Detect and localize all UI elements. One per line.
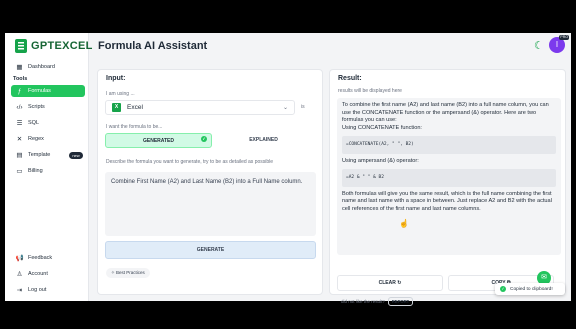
sidebar-item-label: Regex	[28, 136, 44, 142]
refresh-icon: ↻	[397, 280, 402, 286]
best-practices-label: Best Practices	[116, 270, 145, 275]
avatar[interactable]: I PRO	[549, 35, 569, 53]
sidebar-item-formulas[interactable]: ƒ Formulas	[11, 85, 85, 97]
result-outro: Both formulas will give you the same res…	[342, 190, 552, 212]
result-feedback: did not like the result? REPORT	[341, 297, 414, 306]
is-label: is	[301, 104, 305, 110]
user-icon: ♙	[16, 271, 23, 278]
sidebar-item-billing[interactable]: ▭ Billing	[11, 165, 85, 177]
sidebar: GPTEXCEL ▦ Dashboard Tools ƒ Formulas ‹/…	[5, 33, 92, 301]
sidebar-item-label: Dashboard	[28, 64, 55, 70]
sidebar-item-label: Log out	[28, 287, 47, 293]
chevron-down-icon: ⌄	[282, 105, 288, 111]
regex-icon: ✕	[16, 136, 23, 143]
grid-icon: ▦	[16, 64, 23, 71]
want-label: I want the formula to be...	[106, 124, 163, 130]
card-icon: ▭	[16, 168, 23, 175]
clear-label: CLEAR	[378, 280, 396, 286]
formula-code-1[interactable]: =CONCATENATE(A2, " ", B2)	[342, 136, 556, 154]
new-badge: new	[69, 151, 83, 159]
input-heading: Input:	[106, 75, 126, 82]
sidebar-item-account[interactable]: ♙ Account	[11, 268, 85, 280]
result-hint: results will be displayed here	[338, 88, 402, 94]
logo-icon	[15, 39, 27, 53]
sidebar-item-feedback[interactable]: 📢 Feedback	[11, 252, 85, 264]
app-frame: GPTEXCEL ▦ Dashboard Tools ƒ Formulas ‹/…	[5, 33, 571, 306]
mode-explained-label: EXPLAINED	[249, 137, 278, 143]
check-circle-icon: ✓	[500, 286, 506, 292]
logout-icon: ⇥	[16, 287, 23, 294]
result-using-concat: Using CONCATENATE function:	[342, 124, 422, 131]
hand-cursor-icon: ☝	[399, 219, 409, 228]
report-button[interactable]: REPORT	[387, 297, 414, 306]
describe-label: Describe the formula you want to generat…	[106, 159, 274, 165]
best-practices-button[interactable]: ✧ Best Practices	[106, 268, 150, 278]
clear-button[interactable]: CLEAR ↻	[337, 275, 443, 291]
sidebar-item-label: Template	[28, 152, 51, 158]
pro-badge: PRO	[559, 35, 569, 40]
megaphone-icon: 📢	[15, 255, 24, 262]
logo-text: GPTEXCEL	[31, 40, 93, 52]
result-heading: Result:	[338, 75, 362, 82]
sidebar-item-label: Formulas	[28, 88, 51, 94]
tools-heading: Tools	[13, 76, 28, 82]
result-using-amp: Using ampersand (&) operator:	[342, 157, 419, 164]
toast-notification: ✓ Copied to clipboard!	[495, 283, 565, 295]
sidebar-item-scripts[interactable]: ‹/› Scripts	[11, 101, 85, 113]
check-icon: ✓	[201, 136, 207, 142]
sidebar-item-label: SQL	[28, 120, 40, 126]
mode-generated-label: GENERATED	[142, 138, 175, 144]
mode-explained-toggle[interactable]: EXPLAINED	[210, 133, 317, 148]
app-select[interactable]: X Excel ⌄	[105, 100, 295, 115]
page-title: Formula AI Assistant	[98, 40, 208, 52]
database-icon: ☰	[16, 120, 23, 127]
sidebar-item-label: Feedback	[28, 255, 53, 261]
mode-generated-toggle[interactable]: GENERATED ✓	[105, 133, 212, 148]
result-panel: Result: results will be displayed here T…	[329, 69, 566, 295]
sidebar-item-regex[interactable]: ✕ Regex	[11, 133, 85, 145]
feedback-question: did not like the result?	[341, 299, 385, 304]
sidebar-item-dashboard[interactable]: ▦ Dashboard	[11, 61, 85, 73]
code-icon: ‹/›	[16, 103, 23, 111]
app-select-value: Excel	[127, 104, 143, 111]
using-label: I am using ...	[106, 91, 135, 97]
result-output[interactable]: To combine the first name (A2) and last …	[337, 98, 561, 255]
sidebar-item-logout[interactable]: ⇥ Log out	[11, 284, 85, 296]
logo[interactable]: GPTEXCEL	[15, 39, 93, 53]
generate-button[interactable]: GENERATE	[105, 241, 316, 259]
sidebar-item-label: Billing	[28, 168, 43, 174]
avatar-initial: I	[555, 40, 559, 49]
input-panel: Input: I am using ... X Excel ⌄ is I wan…	[97, 69, 323, 295]
formula-code-2[interactable]: =A2 & " " & B2	[342, 169, 556, 187]
prompt-textarea[interactable]: Combine First Name (A2) and Last Name (B…	[105, 172, 316, 236]
sidebar-item-template[interactable]: ▤ Template new	[11, 149, 85, 161]
sidebar-item-label: Account	[28, 271, 48, 277]
toast-message: Copied to clipboard!	[510, 286, 553, 292]
result-intro: To combine the first name (A2) and last …	[342, 102, 549, 123]
function-icon: ƒ	[17, 87, 22, 95]
table-icon: ▤	[16, 152, 23, 159]
sidebar-item-label: Scripts	[28, 104, 45, 110]
sidebar-item-sql[interactable]: ☰ SQL	[11, 117, 85, 129]
excel-icon: X	[112, 103, 121, 112]
dark-mode-icon[interactable]: ☾	[534, 39, 544, 52]
